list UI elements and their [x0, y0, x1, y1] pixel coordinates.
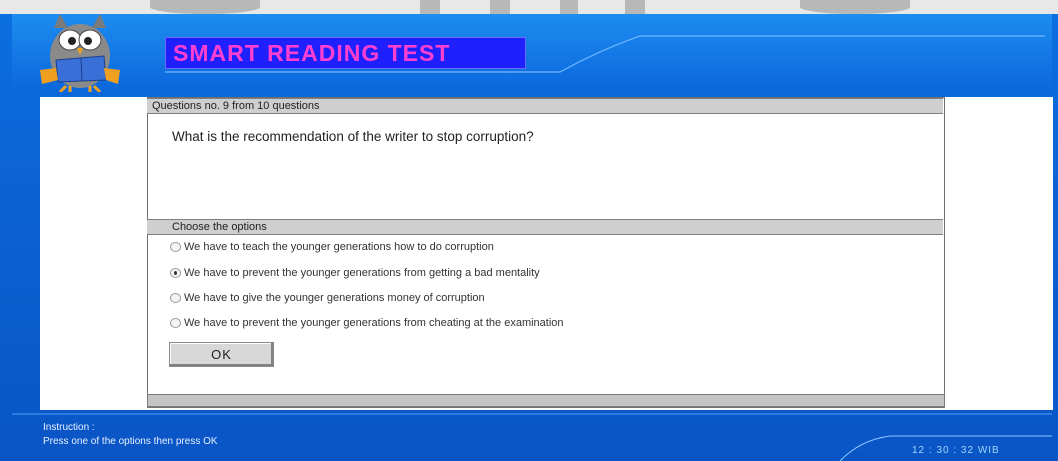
- footer-swoosh: [12, 413, 1052, 461]
- instruction-label: Instruction :: [43, 422, 95, 433]
- clock: 12 : 30 : 32 WIB: [912, 445, 1000, 456]
- instruction-text: Press one of the options then press OK: [43, 436, 218, 447]
